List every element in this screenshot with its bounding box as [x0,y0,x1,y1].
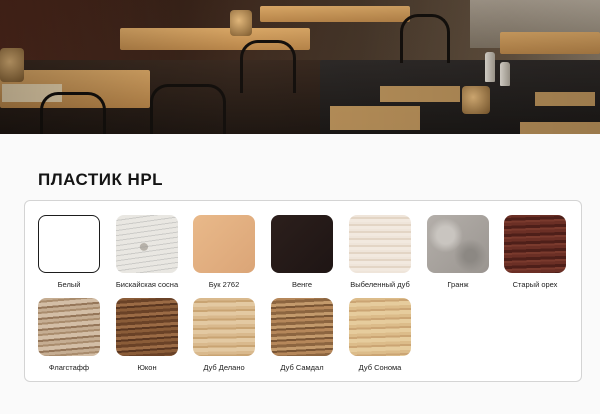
swatch-flagstaff[interactable] [38,298,100,356]
swatch-oak-sonoma[interactable] [349,298,411,356]
swatch-old-walnut[interactable] [504,215,566,273]
swatch-oak-delano[interactable] [193,298,255,356]
swatch-white[interactable] [38,215,100,273]
swatch-oak-samdal[interactable] [271,298,333,356]
swatch-label: Старый орех [512,280,558,289]
swatch-biscay-pine[interactable] [116,215,178,273]
swatch-yukon[interactable] [116,298,178,356]
hero-shade [0,0,600,134]
hero-photo-restaurant [0,0,600,134]
swatch-grange[interactable] [427,215,489,273]
swatch-bleached-oak[interactable] [349,215,411,273]
swatch-label: Дуб Сонома [358,363,402,372]
swatch-wenge[interactable] [271,215,333,273]
swatch-beech[interactable] [193,215,255,273]
section-title: ПЛАСТИК HPL [38,170,164,189]
